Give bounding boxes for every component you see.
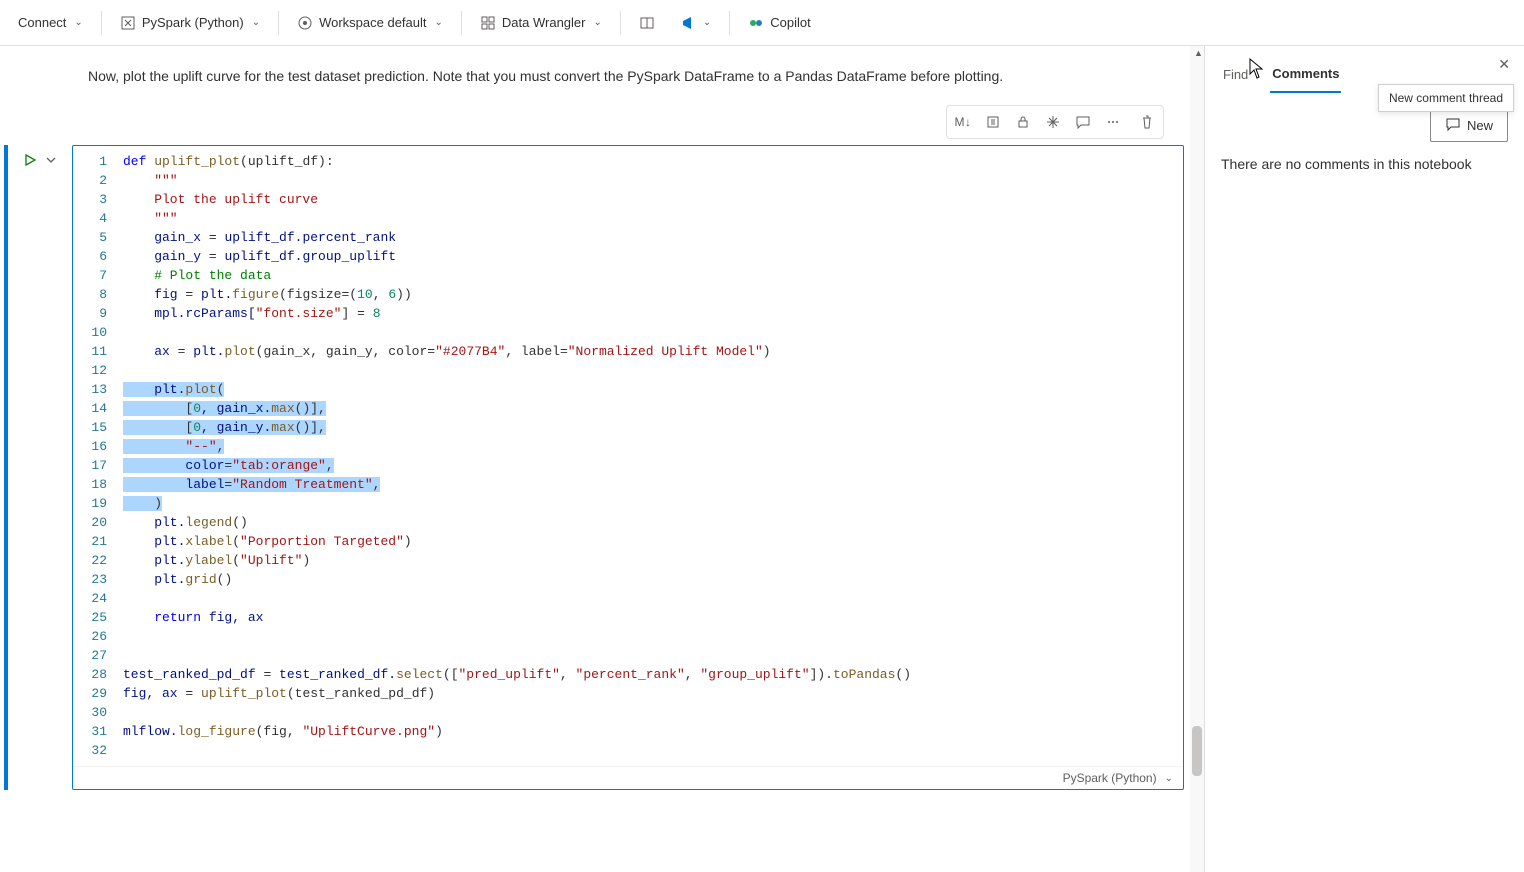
line-number: 16	[73, 437, 107, 456]
chevron-down-icon: ⌄	[593, 17, 601, 28]
convert-to-markdown-button[interactable]: M↓	[949, 108, 977, 136]
cell-footer: PySpark (Python) ⌄	[73, 766, 1183, 789]
new-button-label: New	[1467, 118, 1493, 133]
tab-comments[interactable]: Comments	[1270, 60, 1341, 93]
line-number: 14	[73, 399, 107, 418]
data-wrangler-menu[interactable]: Data Wrangler ⌄	[470, 9, 612, 37]
copilot-button[interactable]: Copilot	[738, 9, 820, 37]
empty-comments-message: There are no comments in this notebook	[1221, 156, 1508, 172]
line-gutter: 1234567891011121314151617181920212223242…	[73, 152, 123, 760]
line-number: 8	[73, 285, 107, 304]
chevron-down-icon: ⌄	[703, 17, 711, 28]
freeze-button[interactable]	[1039, 108, 1067, 136]
line-number: 32	[73, 741, 107, 760]
scrollbar-thumb[interactable]	[1192, 726, 1202, 776]
line-number: 31	[73, 722, 107, 741]
separator	[278, 11, 279, 35]
runtime-menu[interactable]: PySpark (Python) ⌄	[110, 9, 270, 37]
copilot-label: Copilot	[770, 15, 810, 30]
line-number: 18	[73, 475, 107, 494]
line-number: 9	[73, 304, 107, 323]
runtime-label: PySpark (Python)	[142, 15, 244, 30]
connect-label: Connect	[18, 15, 66, 30]
separator	[101, 11, 102, 35]
copilot-icon	[748, 15, 764, 31]
line-number: 28	[73, 665, 107, 684]
workspace-icon	[297, 15, 313, 31]
separator	[461, 11, 462, 35]
line-number: 22	[73, 551, 107, 570]
move-cell-button[interactable]	[979, 108, 1007, 136]
new-comment-button[interactable]: New	[1430, 109, 1508, 142]
line-number: 13	[73, 380, 107, 399]
line-number: 23	[73, 570, 107, 589]
line-number: 17	[73, 456, 107, 475]
chevron-down-icon: ⌄	[435, 17, 443, 28]
notebook-area: Now, plot the uplift curve for the test …	[0, 46, 1204, 872]
new-comment-tooltip: New comment thread	[1378, 84, 1514, 112]
comment-icon	[1445, 116, 1461, 135]
line-number: 2	[73, 171, 107, 190]
chevron-down-icon: ⌄	[252, 17, 260, 28]
line-number: 4	[73, 209, 107, 228]
code-editor[interactable]: def uplift_plot(uplift_df): """ Plot the…	[123, 152, 1183, 760]
line-number: 20	[73, 513, 107, 532]
markdown-cell-text: Now, plot the uplift curve for the test …	[0, 66, 1204, 105]
top-toolbar: Connect ⌄ PySpark (Python) ⌄ Workspace d…	[0, 0, 1524, 46]
line-number: 10	[73, 323, 107, 342]
chevron-down-icon: ⌄	[74, 17, 82, 28]
tab-find[interactable]: Find	[1221, 61, 1250, 92]
line-number: 3	[73, 190, 107, 209]
code-cell[interactable]: 1234567891011121314151617181920212223242…	[72, 145, 1184, 790]
line-number: 5	[73, 228, 107, 247]
cell-menu-button[interactable]	[45, 154, 57, 169]
vscode-button[interactable]: ⌄	[669, 9, 721, 37]
cell-toolbar: M↓	[0, 105, 1204, 145]
line-number: 7	[73, 266, 107, 285]
cell-active-strip	[4, 145, 8, 790]
line-number: 1	[73, 152, 107, 171]
connect-menu[interactable]: Connect ⌄	[8, 9, 93, 36]
vscode-icon	[679, 15, 695, 31]
line-number: 27	[73, 646, 107, 665]
line-number: 25	[73, 608, 107, 627]
run-cell-button[interactable]	[23, 153, 37, 170]
chevron-down-icon: ⌄	[1165, 773, 1173, 784]
workspace-label: Workspace default	[319, 15, 426, 30]
data-wrangler-label: Data Wrangler	[502, 15, 586, 30]
line-number: 15	[73, 418, 107, 437]
workspace-menu[interactable]: Workspace default ⌄	[287, 9, 453, 37]
layout-icon	[639, 15, 655, 31]
line-number: 29	[73, 684, 107, 703]
comment-button[interactable]	[1069, 108, 1097, 136]
line-number: 11	[73, 342, 107, 361]
line-number: 30	[73, 703, 107, 722]
vertical-scrollbar[interactable]: ▲	[1190, 46, 1204, 872]
layout-button[interactable]	[629, 9, 665, 37]
line-number: 19	[73, 494, 107, 513]
delete-button[interactable]	[1133, 108, 1161, 136]
line-number: 26	[73, 627, 107, 646]
more-button[interactable]	[1099, 108, 1127, 136]
line-number: 12	[73, 361, 107, 380]
data-wrangler-icon	[480, 15, 496, 31]
separator	[729, 11, 730, 35]
close-panel-button[interactable]: ✕	[1498, 56, 1510, 73]
line-number: 21	[73, 532, 107, 551]
comments-panel: Find Comments ✕ New comment thread New T…	[1204, 46, 1524, 872]
lock-button[interactable]	[1009, 108, 1037, 136]
separator	[620, 11, 621, 35]
line-number: 24	[73, 589, 107, 608]
pyspark-icon	[120, 15, 136, 31]
line-number: 6	[73, 247, 107, 266]
cell-language-label[interactable]: PySpark (Python)	[1063, 771, 1157, 785]
scroll-up-icon[interactable]: ▲	[1194, 48, 1203, 58]
